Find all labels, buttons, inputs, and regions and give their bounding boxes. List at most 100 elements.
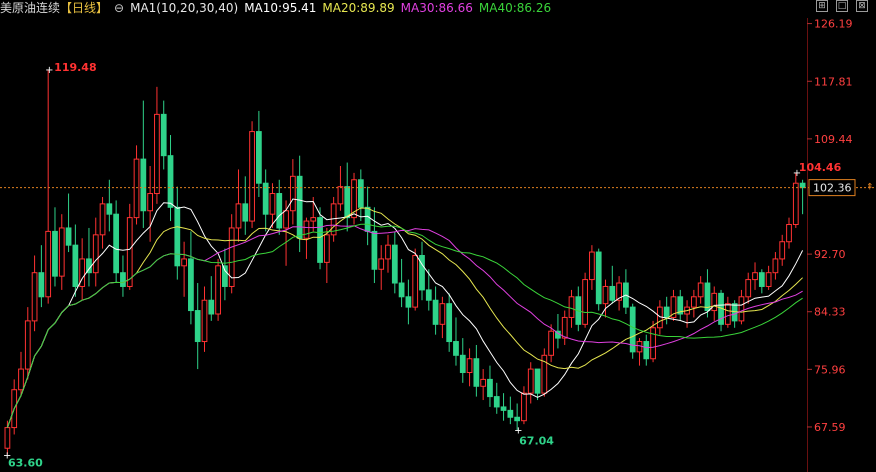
candle-up bbox=[92, 234, 99, 274]
y-tick-label: 75.96 bbox=[814, 363, 846, 376]
candle-up bbox=[786, 224, 792, 243]
candle-down bbox=[208, 299, 215, 315]
y-tick-label: 109.44 bbox=[814, 133, 853, 146]
candle-down bbox=[371, 230, 378, 270]
candle-down bbox=[731, 303, 738, 322]
ma10-line bbox=[6, 198, 804, 428]
candle-down bbox=[514, 416, 521, 422]
candle-down bbox=[391, 244, 398, 284]
candle-up bbox=[249, 131, 255, 222]
candle-up bbox=[772, 258, 779, 274]
candle-up bbox=[235, 203, 242, 229]
candle-up bbox=[289, 175, 296, 212]
candle-down bbox=[493, 396, 500, 408]
candle-up bbox=[711, 292, 718, 312]
candle-up bbox=[385, 244, 391, 260]
candle-down bbox=[432, 299, 439, 325]
candle-up bbox=[439, 303, 446, 325]
candle-down bbox=[507, 409, 514, 418]
y-tick-label: 117.81 bbox=[814, 75, 853, 88]
candle-up bbox=[181, 258, 187, 267]
candle-up bbox=[58, 227, 65, 277]
candle-down bbox=[255, 131, 262, 184]
price-arrow-icon: ⇞ bbox=[866, 183, 874, 193]
candle-up bbox=[99, 203, 106, 236]
candle-down bbox=[534, 368, 541, 394]
candle-up bbox=[201, 299, 208, 343]
instrument-name[interactable]: 美原油连续 bbox=[0, 1, 60, 15]
candle-up bbox=[269, 193, 276, 215]
candle-up bbox=[650, 327, 656, 360]
candle-down bbox=[38, 272, 45, 298]
candle-down bbox=[160, 113, 167, 157]
candle-down bbox=[174, 206, 181, 267]
candle-up bbox=[521, 392, 527, 422]
candle-down bbox=[425, 289, 432, 301]
candle-down bbox=[453, 341, 459, 356]
ma30-value: MA30:86.66 bbox=[400, 1, 473, 15]
candle-down bbox=[459, 354, 466, 374]
ma40-value: MA40:86.26 bbox=[478, 1, 552, 15]
candle-down bbox=[663, 306, 670, 318]
current-price-label: 102.36 bbox=[813, 182, 852, 195]
candle-down bbox=[643, 341, 650, 360]
candle-up bbox=[323, 234, 330, 263]
candle-up bbox=[589, 251, 595, 281]
ma20-value: MA20:89.89 bbox=[322, 1, 395, 15]
candle-up bbox=[133, 158, 140, 219]
candle-up bbox=[18, 368, 24, 391]
high-marker: + bbox=[45, 65, 53, 76]
candle-down bbox=[52, 230, 58, 277]
candle-up bbox=[215, 265, 221, 315]
period-label[interactable]: 【日线】 bbox=[60, 1, 108, 15]
candle-up bbox=[738, 296, 745, 322]
chart-area[interactable]: 126.19 117.81 109.44 92.70 84.33 75.96 67.59 10… bbox=[0, 0, 876, 472]
candle-down bbox=[595, 251, 602, 305]
candle-down bbox=[364, 206, 371, 232]
candle-up bbox=[303, 220, 310, 239]
candle-up bbox=[697, 282, 704, 298]
candle-down bbox=[799, 182, 806, 189]
candle-up bbox=[752, 272, 758, 281]
candlestick-chart[interactable]: 126.19 117.81 109.44 92.70 84.33 75.96 67.59 10… bbox=[0, 0, 876, 472]
candle-up bbox=[779, 241, 786, 260]
candle-up bbox=[337, 186, 344, 205]
ma-group-label[interactable]: MA1(10,20,30,40) bbox=[130, 1, 238, 15]
toolbar: ⊞ □ ⊠ bbox=[816, 0, 868, 14]
high-label: 119.48 bbox=[54, 61, 96, 74]
candle-up bbox=[45, 230, 52, 298]
ma20-line bbox=[6, 207, 803, 428]
candle-up bbox=[4, 427, 11, 449]
candle-up bbox=[283, 210, 289, 229]
candle-up bbox=[745, 279, 752, 298]
ma30-line bbox=[6, 224, 803, 428]
candle-down bbox=[487, 378, 493, 398]
candle-down bbox=[120, 272, 126, 287]
candle-down bbox=[500, 406, 507, 411]
candle-down bbox=[188, 258, 194, 312]
candle-up bbox=[724, 303, 731, 325]
candle-down bbox=[446, 303, 453, 343]
candle-down bbox=[296, 175, 303, 239]
candle-down bbox=[344, 186, 351, 219]
close-panel-icon[interactable]: ⊠ bbox=[856, 0, 868, 12]
settings-icon[interactable]: ⊖ bbox=[114, 1, 124, 15]
candle-down bbox=[357, 179, 364, 208]
candle-down bbox=[167, 155, 174, 208]
candle-up bbox=[765, 272, 772, 287]
candle-up bbox=[466, 358, 473, 374]
candle-down bbox=[140, 158, 147, 212]
y-tick-label: 67.59 bbox=[814, 421, 846, 434]
candle-down bbox=[609, 285, 616, 301]
window-icon[interactable]: □ bbox=[836, 0, 848, 12]
fit-view-icon[interactable]: ⊞ bbox=[816, 0, 828, 12]
candle-up bbox=[378, 258, 385, 270]
candle-down bbox=[106, 203, 113, 215]
candle-down bbox=[317, 217, 323, 263]
candle-down bbox=[398, 282, 405, 298]
candle-down bbox=[222, 265, 228, 287]
candle-down bbox=[405, 296, 412, 308]
ma40-line bbox=[6, 223, 803, 428]
candle-down bbox=[242, 203, 249, 222]
candle-up bbox=[548, 330, 555, 356]
